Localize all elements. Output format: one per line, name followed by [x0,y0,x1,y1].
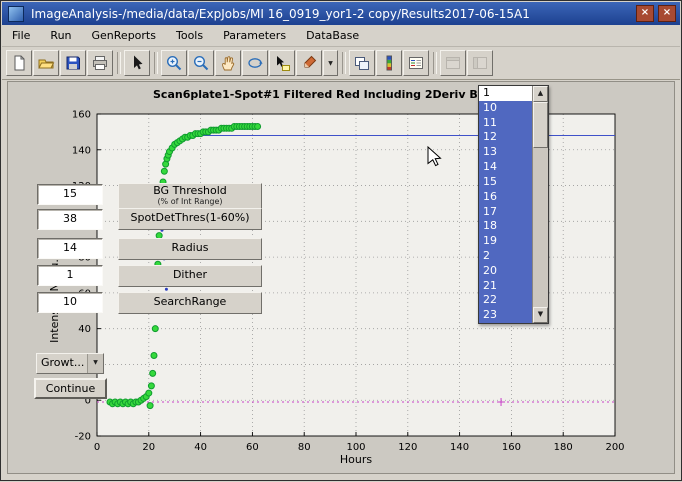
menu-item-file[interactable]: File [2,26,40,45]
figure-canvas[interactable] [7,81,675,474]
dropdown-scrollbar[interactable]: ▲ ▼ [532,86,548,323]
spot-det-thres-input[interactable]: 38 [37,209,103,230]
dropdown-item-11[interactable]: 11 [479,116,532,131]
radius-input[interactable]: 14 [37,238,103,259]
bg-threshold-input[interactable]: 15 [37,184,103,205]
dropdown-item-20[interactable]: 20 [479,264,532,279]
toolbar-separator [154,52,158,74]
chevron-down-icon: ▼ [87,354,103,373]
dropdown-item-23[interactable]: 23 [479,308,532,323]
insert-colorbar-icon [380,54,398,72]
search-range-label: SearchRange [118,292,262,314]
save-icon [64,54,82,72]
window-maximize-button[interactable]: × [636,5,654,22]
open-folder-button[interactable] [33,50,59,76]
continue-button[interactable]: Continue [34,378,107,399]
dropdown-item-12[interactable]: 12 [479,130,532,145]
brush-dropdown-button[interactable]: ▼ [323,50,338,76]
toolbar-separator [117,52,121,74]
print-icon [91,54,109,72]
dropdown-item-13[interactable]: 13 [479,145,532,160]
app-icon [8,6,24,22]
dropdown-item-14[interactable]: 14 [479,160,532,175]
rotate-3d-button[interactable] [242,50,268,76]
toolbar-separator [342,52,346,74]
dither-label: Dither [118,265,262,287]
pointer-button[interactable] [124,50,150,76]
app-window: ImageAnalysis-/media/data/ExpJobs/MI 16_… [0,0,682,481]
brush-button[interactable] [296,50,322,76]
dropdown-item-21[interactable]: 21 [479,279,532,294]
dropdown-items: 110111213141516171819220212223 [479,86,532,323]
dropdown-item-10[interactable]: 10 [479,101,532,116]
dropdown-item-22[interactable]: 22 [479,293,532,308]
menu-item-run[interactable]: Run [40,26,81,45]
insert-legend-icon [407,54,425,72]
menubar: FileRunGenReportsToolsParametersDataBase [2,25,680,47]
dropdown-item-2[interactable]: 2 [479,249,532,264]
plot-tools-show-icon [471,54,489,72]
insert-colorbar-button[interactable] [376,50,402,76]
zoom-in-button[interactable] [161,50,187,76]
pan-icon [219,54,237,72]
plot-tools-hide-button[interactable] [440,50,466,76]
dropdown-item-1[interactable]: 1 [479,86,532,101]
brush-icon [300,54,318,72]
dropdown-item-17[interactable]: 17 [479,205,532,220]
menu-item-parameters[interactable]: Parameters [213,26,296,45]
menu-item-tools[interactable]: Tools [166,26,213,45]
new-figure-icon [353,54,371,72]
scrollbar-thumb[interactable] [533,102,548,148]
data-cursor-icon [273,54,291,72]
print-button[interactable] [87,50,113,76]
open-folder-icon [37,54,55,72]
new-figure-button[interactable] [349,50,375,76]
scrollbar-track[interactable] [533,102,548,307]
value-dropdown-list[interactable]: 110111213141516171819220212223 ▲ ▼ [478,85,549,324]
scroll-up-button[interactable]: ▲ [533,86,548,102]
new-document-button[interactable] [6,50,32,76]
spot-det-thres-label: SpotDetThres(1-60%) [118,208,262,230]
scroll-down-button[interactable]: ▼ [533,307,548,323]
plot-tools-hide-icon [444,54,462,72]
menu-item-genreports[interactable]: GenReports [82,26,166,45]
titlebar[interactable]: ImageAnalysis-/media/data/ExpJobs/MI 16_… [2,2,680,25]
pointer-icon [128,54,146,72]
radius-label: Radius [118,238,262,260]
window-close-button[interactable]: × [658,5,676,22]
dropdown-item-16[interactable]: 16 [479,190,532,205]
dropdown-item-19[interactable]: 19 [479,234,532,249]
dropdown-item-18[interactable]: 18 [479,219,532,234]
dither-input[interactable]: 1 [37,265,103,286]
save-button[interactable] [60,50,86,76]
zoom-out-icon [192,54,210,72]
search-range-input[interactable]: 10 [37,292,103,313]
plot-tools-show-button[interactable] [467,50,493,76]
data-cursor-button[interactable] [269,50,295,76]
toolbar-separator [433,52,437,74]
toolbar: ▼ [2,47,680,80]
pan-button[interactable] [215,50,241,76]
dropdown-item-15[interactable]: 15 [479,175,532,190]
menu-item-database[interactable]: DataBase [296,26,369,45]
chevron-down-icon: ▼ [328,60,333,67]
rotate-3d-icon [246,54,264,72]
zoom-out-button[interactable] [188,50,214,76]
new-document-icon [10,54,28,72]
bg-threshold-label: BG Threshold (% of Int Range) [118,183,262,210]
zoom-in-icon [165,54,183,72]
window-title: ImageAnalysis-/media/data/ExpJobs/MI 16_… [31,7,632,21]
insert-legend-button[interactable] [403,50,429,76]
growth-mode-dropdown[interactable]: Growt... ▼ [36,353,104,374]
